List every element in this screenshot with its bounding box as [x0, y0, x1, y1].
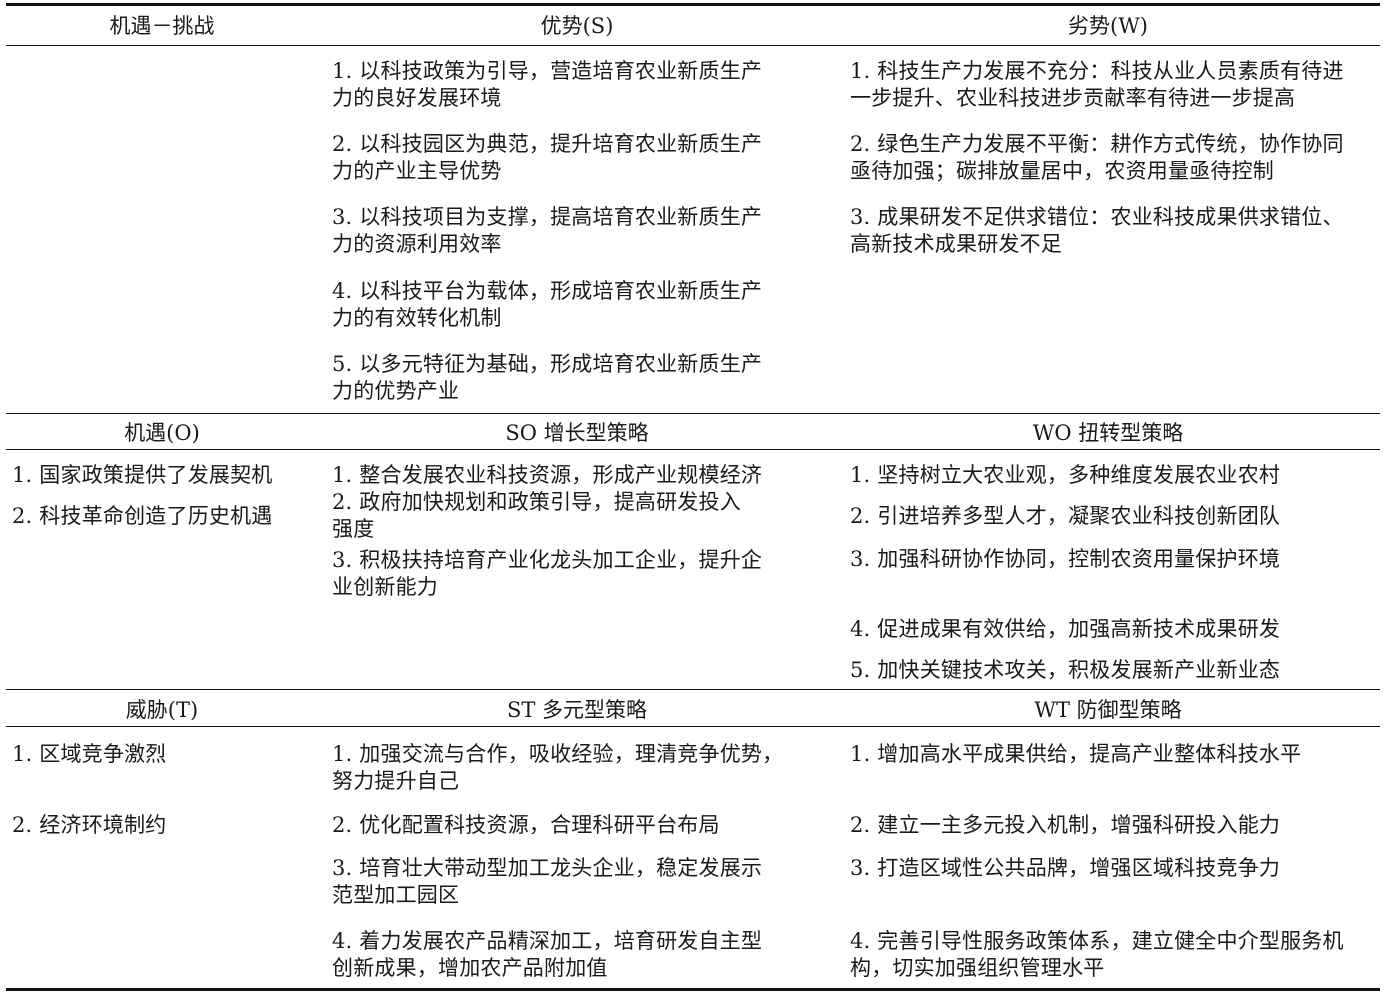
wt-strategy-header: WT 防御型策略 — [1034, 698, 1182, 722]
so-strategy-header: SO 增长型策略 — [505, 421, 649, 445]
header-rule-o — [6, 449, 1380, 450]
wo-strategy-item: 5. 加快关键技术攻关，积极发展新产业新业态 — [850, 658, 1281, 682]
st-strategy-item: 2. 优化配置科技资源，合理科研平台布局 — [332, 813, 720, 837]
divider-rule-o — [6, 413, 1380, 414]
opportunity-item: 2. 科技革命创造了历史机遇 — [12, 504, 273, 528]
weaknesses-header: 劣势(W) — [1068, 14, 1148, 38]
wt-strategy-item: 2. 建立一主多元投入机制，增强科研投入能力 — [850, 813, 1281, 837]
st-strategy-item: 3. 培育壮大带动型加工龙头企业，稳定发展示 范型加工园区 — [332, 856, 763, 907]
st-strategy-item: 1. 加强交流与合作，吸收经验，理清竞争优势， 努力提升自己 — [332, 742, 784, 793]
threat-item: 1. 区域竞争激烈 — [12, 742, 167, 766]
weakness-item: 2. 绿色生产力发展不平衡：耕作方式传统，协作协同 亟待加强；碳排放量居中，农资… — [850, 132, 1344, 183]
strength-item: 2. 以科技园区为典范，提升培育农业新质生产 力的产业主导优势 — [332, 132, 763, 183]
wo-strategy-item: 3. 加强科研协作协同，控制农资用量保护环境 — [850, 547, 1281, 571]
opportunities-header: 机遇(O) — [124, 421, 200, 445]
wo-strategy-header: WO 扭转型策略 — [1032, 421, 1184, 445]
top-rule — [6, 3, 1380, 6]
opportunity-item: 1. 国家政策提供了发展契机 — [12, 463, 273, 487]
divider-rule-t — [6, 689, 1380, 690]
strength-item: 4. 以科技平台为载体，形成培育农业新质生产 力的有效转化机制 — [332, 279, 763, 330]
strength-item: 1. 以科技政策为引导，营造培育农业新质生产 力的良好发展环境 — [332, 59, 763, 110]
st-strategy-header: ST 多元型策略 — [506, 698, 648, 722]
so-strategy-item: 2. 政府加快规划和政策引导，提高研发投入 强度 — [332, 490, 741, 541]
swot-matrix-table: 机遇－挑战 优势(S) 劣势(W) 1. 以科技政策为引导，营造培育农业新质生产… — [6, 3, 1380, 991]
bottom-rule — [6, 988, 1380, 991]
corner-header: 机遇－挑战 — [109, 14, 215, 38]
wt-strategy-item: 1. 增加高水平成果供给，提高产业整体科技水平 — [850, 742, 1302, 766]
header-rule-t — [6, 726, 1380, 727]
so-strategy-item: 3. 积极扶持培育产业化龙头加工企业，提升企 业创新能力 — [332, 548, 763, 599]
weakness-item: 1. 科技生产力发展不充分：科技从业人员素质有待进 一步提升、农业科技进步贡献率… — [850, 59, 1344, 110]
header-rule — [6, 45, 1380, 46]
wo-strategy-item: 4. 促进成果有效供给，加强高新技术成果研发 — [850, 617, 1281, 641]
weakness-item: 3. 成果研发不足供求错位：农业科技成果供求错位、 高新技术成果研发不足 — [850, 205, 1344, 256]
threat-item: 2. 经济环境制约 — [12, 813, 167, 837]
wo-strategy-item: 1. 坚持树立大农业观，多种维度发展农业农村 — [850, 463, 1281, 487]
so-strategy-item: 1. 整合发展农业科技资源，形成产业规模经济 — [332, 463, 763, 487]
wt-strategy-item: 4. 完善引导性服务政策体系，建立健全中介型服务机 构，切实加强组织管理水平 — [850, 929, 1344, 980]
strengths-header: 优势(S) — [540, 14, 614, 38]
strength-item: 3. 以科技项目为支撑，提高培育农业新质生产 力的资源利用效率 — [332, 205, 763, 256]
wo-strategy-item: 2. 引进培养多型人才，凝聚农业科技创新团队 — [850, 504, 1281, 528]
threats-header: 威胁(T) — [125, 698, 199, 722]
st-strategy-item: 4. 着力发展农产品精深加工，培育研发自主型 创新成果，增加农产品附加值 — [332, 929, 763, 980]
wt-strategy-item: 3. 打造区域性公共品牌，增强区域科技竞争力 — [850, 856, 1281, 880]
strength-item: 5. 以多元特征为基础，形成培育农业新质生产 力的优势产业 — [332, 352, 763, 403]
